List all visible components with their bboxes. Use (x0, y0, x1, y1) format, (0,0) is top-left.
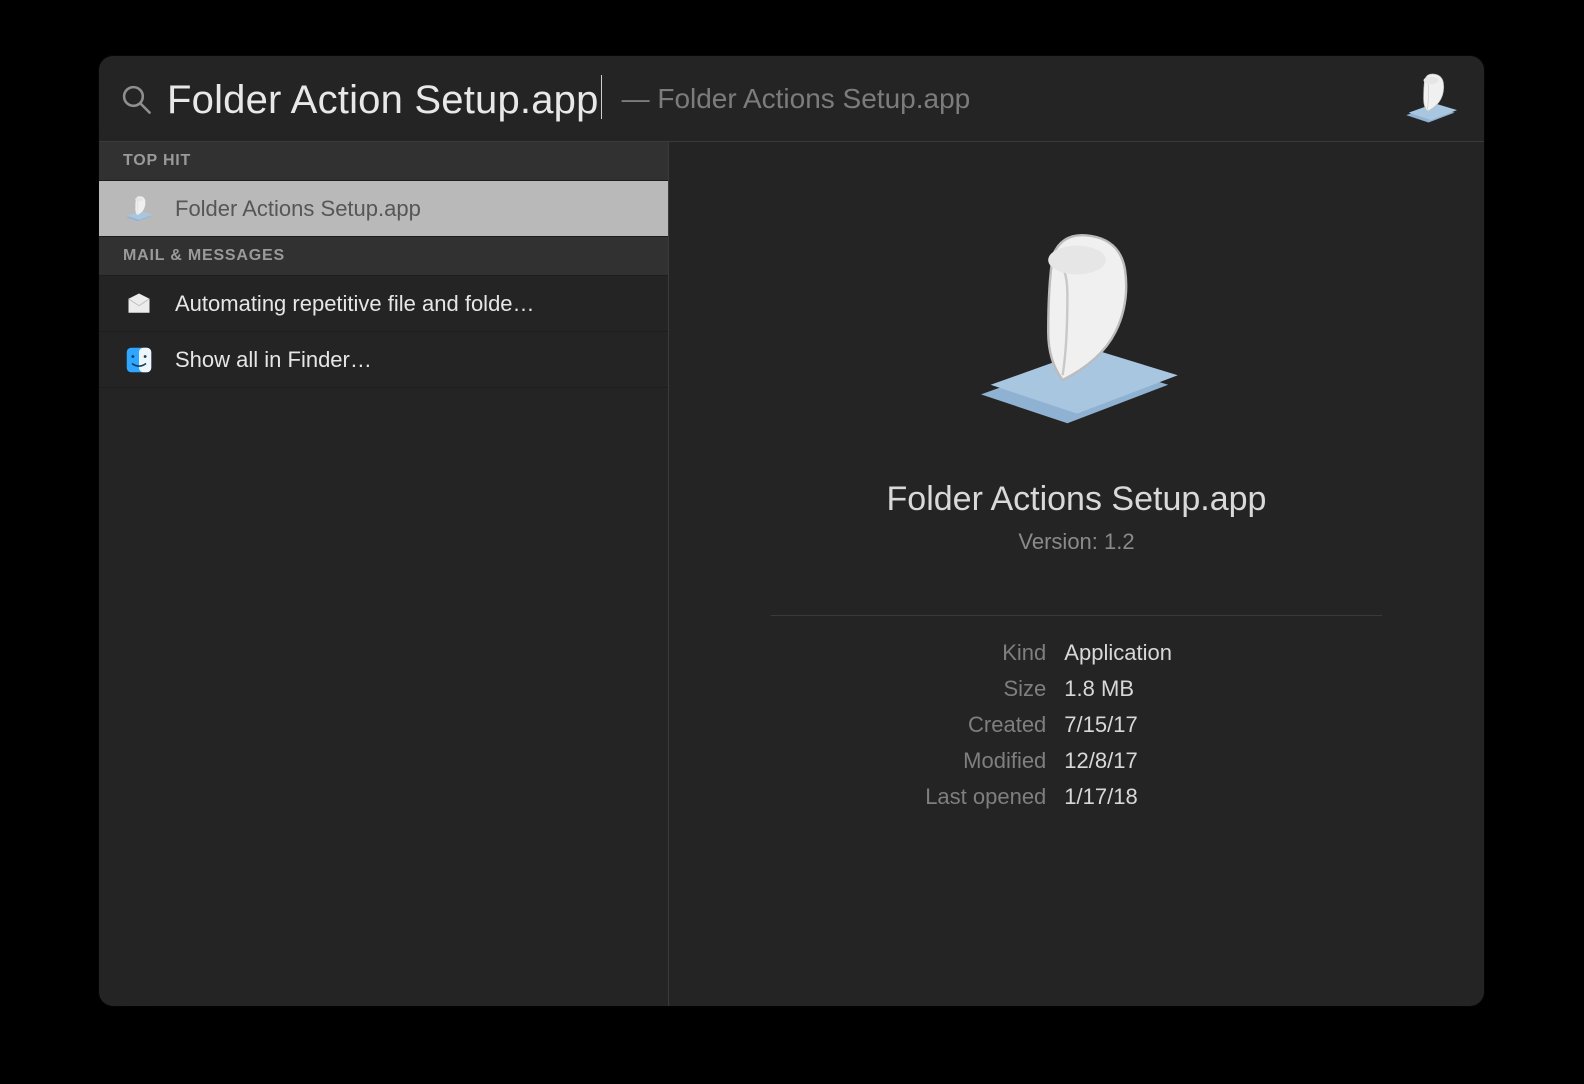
spotlight-window: Folder Action Setup.app — Folder Actions… (99, 56, 1484, 1006)
meta-label-created: Created (826, 712, 1046, 738)
meta-value-size: 1.8 MB (1064, 676, 1326, 702)
result-top-hit[interactable]: Folder Actions Setup.app (99, 181, 668, 237)
meta-label-kind: Kind (826, 640, 1046, 666)
result-mail-item[interactable]: Automating repetitive file and folde… (99, 276, 668, 332)
show-all-in-finder[interactable]: Show all in Finder… (99, 332, 668, 388)
meta-value-kind: Application (1064, 640, 1326, 666)
search-completion: — Folder Actions Setup.app (622, 83, 1386, 115)
section-header-mail: MAIL & MESSAGES (99, 237, 668, 276)
meta-label-size: Size (826, 676, 1046, 702)
search-query-text: Folder Action Setup.app (167, 78, 599, 122)
search-icon (119, 82, 153, 116)
meta-value-last-opened: 1/17/18 (1064, 784, 1326, 810)
preview-title: Folder Actions Setup.app (887, 480, 1267, 519)
app-thumbnail-icon (1400, 68, 1462, 130)
meta-value-modified: 12/8/17 (1064, 748, 1326, 774)
finder-row-label: Show all in Finder… (175, 347, 372, 373)
finder-icon (123, 344, 155, 376)
content-body: TOP HIT Folder Actions Setup.app MAIL & … (99, 142, 1484, 1006)
script-app-icon (123, 193, 155, 225)
mail-icon (123, 288, 155, 320)
result-label: Automating repetitive file and folde… (175, 291, 535, 317)
text-caret (601, 75, 602, 119)
section-header-top-hit: TOP HIT (99, 142, 668, 181)
preview-version: Version: 1.2 (1018, 529, 1134, 555)
search-bar: Folder Action Setup.app — Folder Actions… (99, 56, 1484, 142)
divider (771, 615, 1383, 616)
search-input[interactable]: Folder Action Setup.app (167, 75, 602, 123)
results-sidebar: TOP HIT Folder Actions Setup.app MAIL & … (99, 142, 669, 1006)
meta-label-last-opened: Last opened (826, 784, 1046, 810)
meta-value-created: 7/15/17 (1064, 712, 1326, 738)
preview-app-icon (947, 212, 1207, 452)
meta-label-modified: Modified (826, 748, 1046, 774)
preview-pane: Folder Actions Setup.app Version: 1.2 Ki… (669, 142, 1484, 1006)
metadata-grid: Kind Application Size 1.8 MB Created 7/1… (826, 640, 1326, 810)
result-label: Folder Actions Setup.app (175, 196, 421, 222)
